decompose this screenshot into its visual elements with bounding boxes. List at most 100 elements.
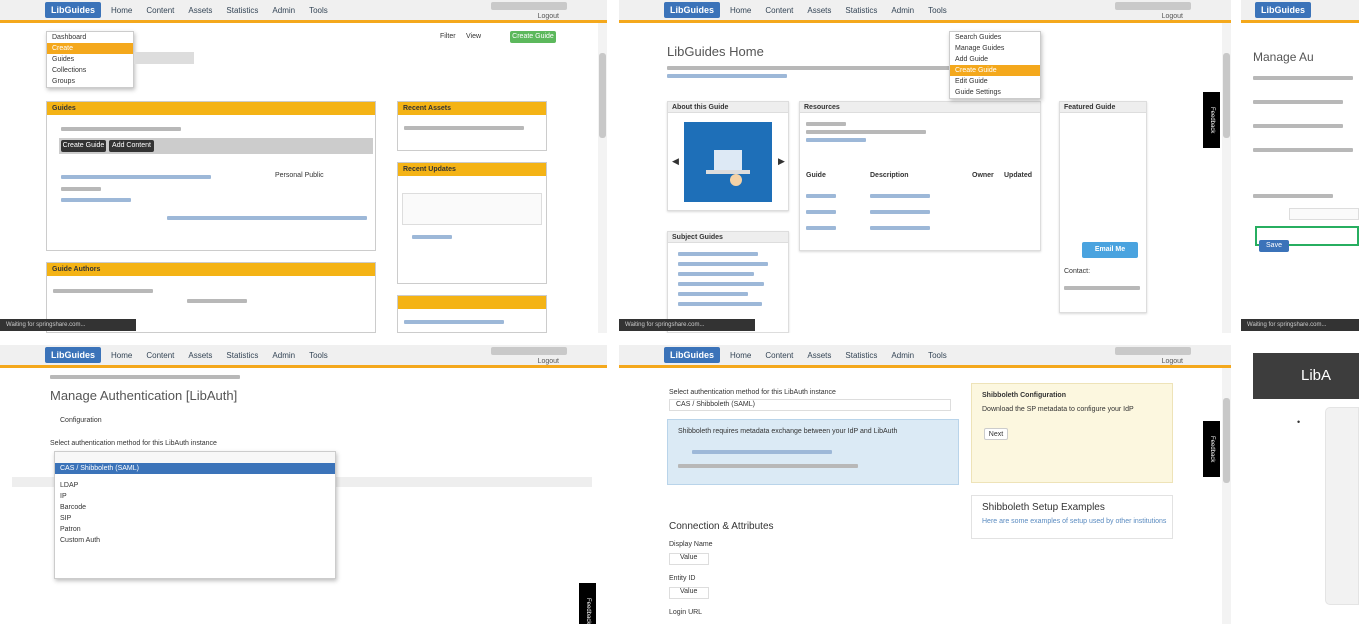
scrollbar[interactable] — [1222, 368, 1231, 624]
nav-admin[interactable]: Admin — [272, 351, 295, 360]
table-row-link[interactable] — [870, 194, 930, 198]
dropdown-item[interactable]: Manage Guides — [950, 43, 1040, 54]
scrollbar[interactable] — [1222, 23, 1231, 333]
scroll-thumb[interactable] — [1223, 398, 1230, 483]
nav-content[interactable]: Content — [146, 6, 174, 15]
nav-assets[interactable]: Assets — [188, 6, 212, 15]
nav-admin[interactable]: Admin — [891, 6, 914, 15]
nav-statistics[interactable]: Statistics — [226, 351, 258, 360]
guide-link[interactable] — [678, 302, 762, 306]
option[interactable]: LDAP — [55, 480, 335, 491]
dropdown-item[interactable]: Dashboard — [47, 32, 133, 43]
link-line[interactable] — [167, 216, 367, 220]
nav-statistics[interactable]: Statistics — [226, 6, 258, 15]
nav-admin[interactable]: Admin — [891, 351, 914, 360]
option[interactable]: SIP — [55, 513, 335, 524]
featured-image[interactable] — [684, 122, 772, 202]
brand-button[interactable]: LibGuides — [664, 347, 721, 363]
nav-assets[interactable]: Assets — [807, 6, 831, 15]
info-link[interactable] — [692, 450, 832, 454]
link-line[interactable] — [404, 320, 504, 324]
option-selected[interactable]: CAS / Shibboleth (SAML) — [55, 463, 335, 474]
next-button[interactable]: Next — [984, 428, 1008, 440]
tab-strip[interactable] — [134, 52, 194, 64]
next-arrow-icon[interactable]: ▶ — [778, 156, 785, 167]
prev-arrow-icon[interactable]: ◀ — [672, 156, 679, 167]
filter-label[interactable]: Filter — [440, 33, 456, 40]
setup-text[interactable]: Here are some examples of setup used by … — [982, 518, 1166, 525]
option[interactable]: Patron — [55, 524, 335, 535]
nav-tools[interactable]: Tools — [928, 351, 947, 360]
nav-statistics[interactable]: Statistics — [845, 6, 877, 15]
guide-link[interactable] — [678, 252, 758, 256]
option[interactable]: IP — [55, 491, 335, 502]
logout-link[interactable]: Logout — [1162, 13, 1183, 20]
table-row-link[interactable] — [806, 210, 836, 214]
breadcrumb[interactable] — [50, 375, 240, 379]
create-guide-btn[interactable]: Create Guide — [61, 140, 106, 152]
logout-link[interactable]: Logout — [538, 358, 559, 365]
auth-method-select[interactable]: CAS / Shibboleth (SAML) — [669, 399, 951, 411]
table-row-link[interactable] — [806, 194, 836, 198]
nav-content[interactable]: Content — [765, 351, 793, 360]
visibility-checks[interactable]: Personal Public — [275, 172, 324, 179]
nav-tools[interactable]: Tools — [309, 351, 328, 360]
scrollbar[interactable] — [598, 23, 607, 333]
input-field[interactable] — [1289, 208, 1359, 220]
nav-admin[interactable]: Admin — [272, 6, 295, 15]
nav-tools[interactable]: Tools — [928, 6, 947, 15]
logout-link[interactable]: Logout — [538, 13, 559, 20]
dropdown-item[interactable]: Collections — [47, 65, 133, 76]
nav-statistics[interactable]: Statistics — [845, 351, 877, 360]
email-me-button[interactable]: Email Me — [1082, 242, 1138, 258]
link-line[interactable] — [61, 198, 131, 202]
scroll-thumb[interactable] — [1223, 53, 1230, 138]
nav-home[interactable]: Home — [730, 351, 751, 360]
nav-home[interactable]: Home — [730, 6, 751, 15]
nav-content[interactable]: Content — [146, 351, 174, 360]
nav-assets[interactable]: Assets — [807, 351, 831, 360]
link-line[interactable] — [412, 235, 452, 239]
listbox-search[interactable] — [55, 452, 335, 463]
nav-home[interactable]: Home — [111, 351, 132, 360]
option[interactable]: Custom Auth — [55, 535, 335, 546]
feedback-tab[interactable]: Feedback — [1203, 421, 1220, 477]
field-input[interactable]: Value — [669, 553, 709, 565]
guide-link[interactable] — [678, 272, 754, 276]
logout-link[interactable]: Logout — [1162, 358, 1183, 365]
table-row-link[interactable] — [806, 226, 836, 230]
brand-button[interactable]: LibGuides — [45, 347, 102, 363]
dropdown-item[interactable]: Groups — [47, 76, 133, 87]
dropdown-item-selected[interactable]: Create — [47, 43, 133, 54]
nav-content[interactable]: Content — [765, 6, 793, 15]
auth-method-listbox[interactable]: CAS / Shibboleth (SAML) LDAP IP Barcode … — [54, 451, 336, 579]
nav-tools[interactable]: Tools — [309, 6, 328, 15]
guide-link[interactable] — [678, 282, 764, 286]
scroll-thumb[interactable] — [599, 53, 606, 138]
create-guide-button[interactable]: Create Guide — [510, 31, 556, 43]
dropdown-item[interactable]: Guide Settings — [950, 87, 1040, 98]
intro-link[interactable] — [667, 74, 787, 78]
add-content-btn[interactable]: Add Content — [109, 140, 154, 152]
save-button[interactable]: Save — [1259, 240, 1289, 252]
table-row-link[interactable] — [870, 210, 930, 214]
guide-link[interactable] — [678, 262, 768, 266]
table-row-link[interactable] — [870, 226, 930, 230]
guide-link[interactable] — [678, 292, 748, 296]
nav-assets[interactable]: Assets — [188, 351, 212, 360]
resource-link[interactable] — [806, 138, 866, 142]
link-line[interactable] — [61, 175, 211, 179]
dropdown-item[interactable]: Add Guide — [950, 54, 1040, 65]
brand-button[interactable]: LibGuides — [45, 2, 102, 18]
feedback-tab[interactable]: Feedback — [1203, 92, 1220, 148]
brand-button[interactable]: LibGuides — [1255, 2, 1312, 18]
feedback-tab[interactable]: Feedback — [579, 583, 596, 624]
view-label[interactable]: View — [466, 33, 481, 40]
dropdown-item[interactable]: Guides — [47, 54, 133, 65]
dropdown-item[interactable]: Edit Guide — [950, 76, 1040, 87]
brand-button[interactable]: LibGuides — [664, 2, 721, 18]
field-input[interactable]: Value — [669, 587, 709, 599]
dropdown-item[interactable]: Search Guides — [950, 32, 1040, 43]
dropdown-item-selected[interactable]: Create Guide — [950, 65, 1040, 76]
nav-home[interactable]: Home — [111, 6, 132, 15]
